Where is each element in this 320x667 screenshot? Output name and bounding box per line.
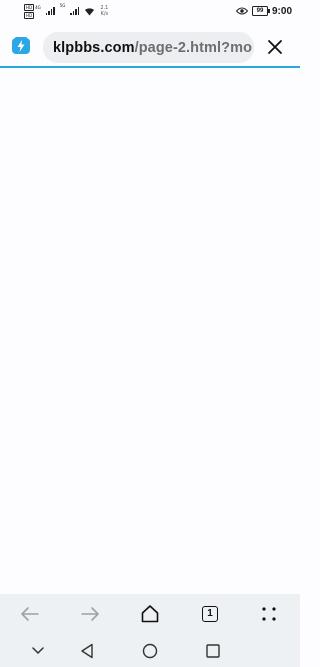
status-bar-left: HD 4G HD 5G 2.1 K/s (24, 0, 108, 22)
battery-level: 99 (256, 8, 264, 14)
eye-comfort-icon (235, 7, 248, 15)
tabs-button[interactable]: 1 (198, 602, 222, 626)
tabs-icon: 1 (202, 606, 218, 622)
nav-back-icon (81, 643, 93, 659)
back-arrow-icon (21, 607, 39, 621)
nav-home-icon (142, 643, 158, 659)
site-lightning-icon[interactable] (12, 37, 30, 55)
status-bar-right: 99 9:00 (235, 5, 292, 17)
sim2-hd-chip: HD (24, 11, 35, 19)
nav-recents-button[interactable] (203, 641, 223, 661)
back-button[interactable] (18, 602, 42, 626)
sim-indicators: HD 4G HD (24, 3, 41, 19)
nav-home-button[interactable] (140, 641, 160, 661)
wifi-icon (85, 7, 95, 15)
web-content-area[interactable] (0, 68, 300, 594)
address-bar: klpbbs.com/page-2.html?mo (0, 26, 300, 66)
signal-bars-icon (70, 7, 80, 15)
forward-arrow-icon (81, 607, 99, 621)
forward-button[interactable] (78, 602, 102, 626)
browser-toolbar: 1 (0, 594, 300, 634)
sim1-network-type: 4G (35, 4, 41, 10)
sim2-indicator: HD (24, 11, 41, 19)
close-icon (268, 40, 282, 54)
close-button[interactable] (264, 36, 286, 58)
url-field[interactable]: klpbbs.com/page-2.html?mo (43, 32, 254, 63)
network-speed-unit: K/s (100, 11, 109, 17)
collapse-nav-button[interactable] (28, 641, 48, 661)
status-bar: HD 4G HD 5G 2.1 K/s 99 9:00 (0, 0, 300, 22)
home-button[interactable] (138, 602, 162, 626)
status-clock: 9:00 (271, 5, 292, 17)
more-dots-icon (262, 607, 276, 621)
sim2-network-type: 5G (59, 3, 66, 8)
nav-back-button[interactable] (77, 641, 97, 661)
signal-bars-icon (45, 7, 55, 15)
network-speed: 2.1 K/s (100, 5, 108, 17)
sim1-hd-chip: HD (24, 3, 35, 11)
collapse-chevron-icon (32, 647, 44, 654)
more-button[interactable] (257, 602, 281, 626)
battery-icon: 99 (251, 6, 270, 16)
url-domain: klpbbs.com (53, 39, 135, 56)
home-icon (141, 605, 159, 623)
sim1-indicator: HD 4G (24, 3, 41, 11)
url-path: /page-2.html?mo (134, 39, 253, 56)
system-nav-bar (0, 634, 300, 667)
nav-recents-icon (206, 644, 220, 658)
